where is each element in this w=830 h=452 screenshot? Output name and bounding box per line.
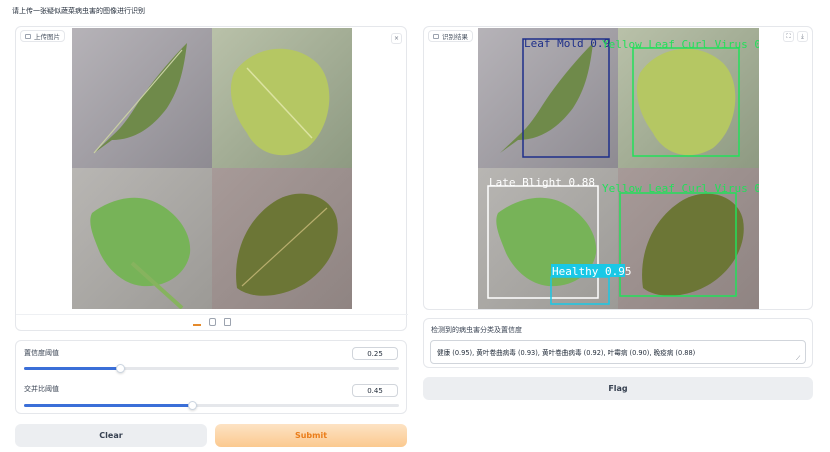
upload-label: 上传图片 [20, 30, 65, 42]
output-panel: 检测到的病虫害分类及置信度 健康 (0.95), 黄叶卷曲病毒 (0.93), … [423, 318, 813, 368]
detection-label-ylcv-top: Yellow Leaf Curl Virus 0.92 [602, 38, 759, 51]
leaf-shape [230, 48, 330, 156]
leaf-image-tl [72, 28, 212, 168]
output-label: 检测到的病虫害分类及置信度 [431, 326, 522, 334]
leaf-image-br [212, 168, 352, 309]
upload-icon[interactable] [193, 318, 201, 326]
detection-box-ylcv-top [632, 47, 740, 157]
iou-slider-thumb[interactable] [188, 401, 197, 410]
result-image: Leaf Mold 0.9 Yellow Leaf Curl Virus 0.9… [478, 28, 759, 309]
clear-button[interactable]: Clear [15, 424, 207, 447]
uploaded-image[interactable] [72, 28, 352, 309]
submit-button[interactable]: Submit [215, 424, 407, 447]
detection-box-ylcv-bottom [619, 192, 737, 297]
leaf-shape [236, 193, 338, 296]
resize-handle-icon[interactable]: ⟋ [796, 355, 800, 363]
iou-input[interactable]: 0.45 [352, 384, 398, 397]
webcam-icon[interactable] [209, 318, 216, 326]
output-textbox[interactable]: 健康 (0.95), 黄叶卷曲病毒 (0.93), 黄叶卷曲病毒 (0.92),… [430, 340, 806, 364]
controls-panel: 置信度阈值 0.25 交并比阈值 0.45 [15, 340, 407, 414]
leaf-image-tr [212, 28, 352, 168]
upload-panel: 上传图片 × [15, 26, 408, 331]
close-icon: × [393, 35, 400, 42]
download-icon: ⤓ [801, 32, 804, 40]
leaf-shape [90, 197, 191, 309]
clear-image-button[interactable]: × [391, 33, 402, 44]
confidence-label: 置信度阈值 [24, 349, 59, 357]
detection-box-late-blight [487, 185, 599, 299]
iou-slider-fill [24, 404, 193, 407]
detection-label-late-blight: Late Blight 0.88 [489, 176, 595, 189]
flag-button[interactable]: Flag [423, 377, 813, 400]
page-instruction: 请上传一张疑似蔬菜病虫害的图像进行识别 [12, 7, 145, 15]
detection-box-leaf-mold [522, 38, 610, 158]
iou-label: 交并比阈值 [24, 385, 59, 393]
result-label: 识别结果 [428, 30, 473, 42]
confidence-input[interactable]: 0.25 [352, 347, 398, 360]
image-icon [433, 33, 439, 39]
detection-overlay: Leaf Mold 0.9 Yellow Leaf Curl Virus 0.9… [487, 37, 759, 305]
fullscreen-button[interactable]: ⛶ [783, 31, 794, 42]
detection-box-healthy [550, 276, 610, 305]
clipboard-icon[interactable] [224, 318, 231, 326]
detection-label-ylcv-bottom: Yellow Leaf Curl Virus 0.93 [602, 182, 759, 195]
confidence-slider-fill [24, 367, 120, 370]
fullscreen-icon: ⛶ [786, 32, 791, 40]
image-icon [25, 33, 31, 39]
confidence-slider-thumb[interactable] [116, 364, 125, 373]
leaf-image-bl [72, 168, 212, 309]
detection-label-healthy: Healthy 0.95 [552, 265, 631, 278]
image-toolbar [16, 314, 408, 330]
leaf-shape [93, 43, 187, 154]
result-panel: 识别结果 ⛶ ⤓ Leaf Mold 0.9 Yellow Leaf Curl … [423, 26, 813, 310]
output-text: 健康 (0.95), 黄叶卷曲病毒 (0.93), 黄叶卷曲病毒 (0.92),… [437, 349, 696, 357]
detection-label-leaf-mold: Leaf Mold 0.9 [524, 37, 610, 50]
download-button[interactable]: ⤓ [797, 31, 808, 42]
